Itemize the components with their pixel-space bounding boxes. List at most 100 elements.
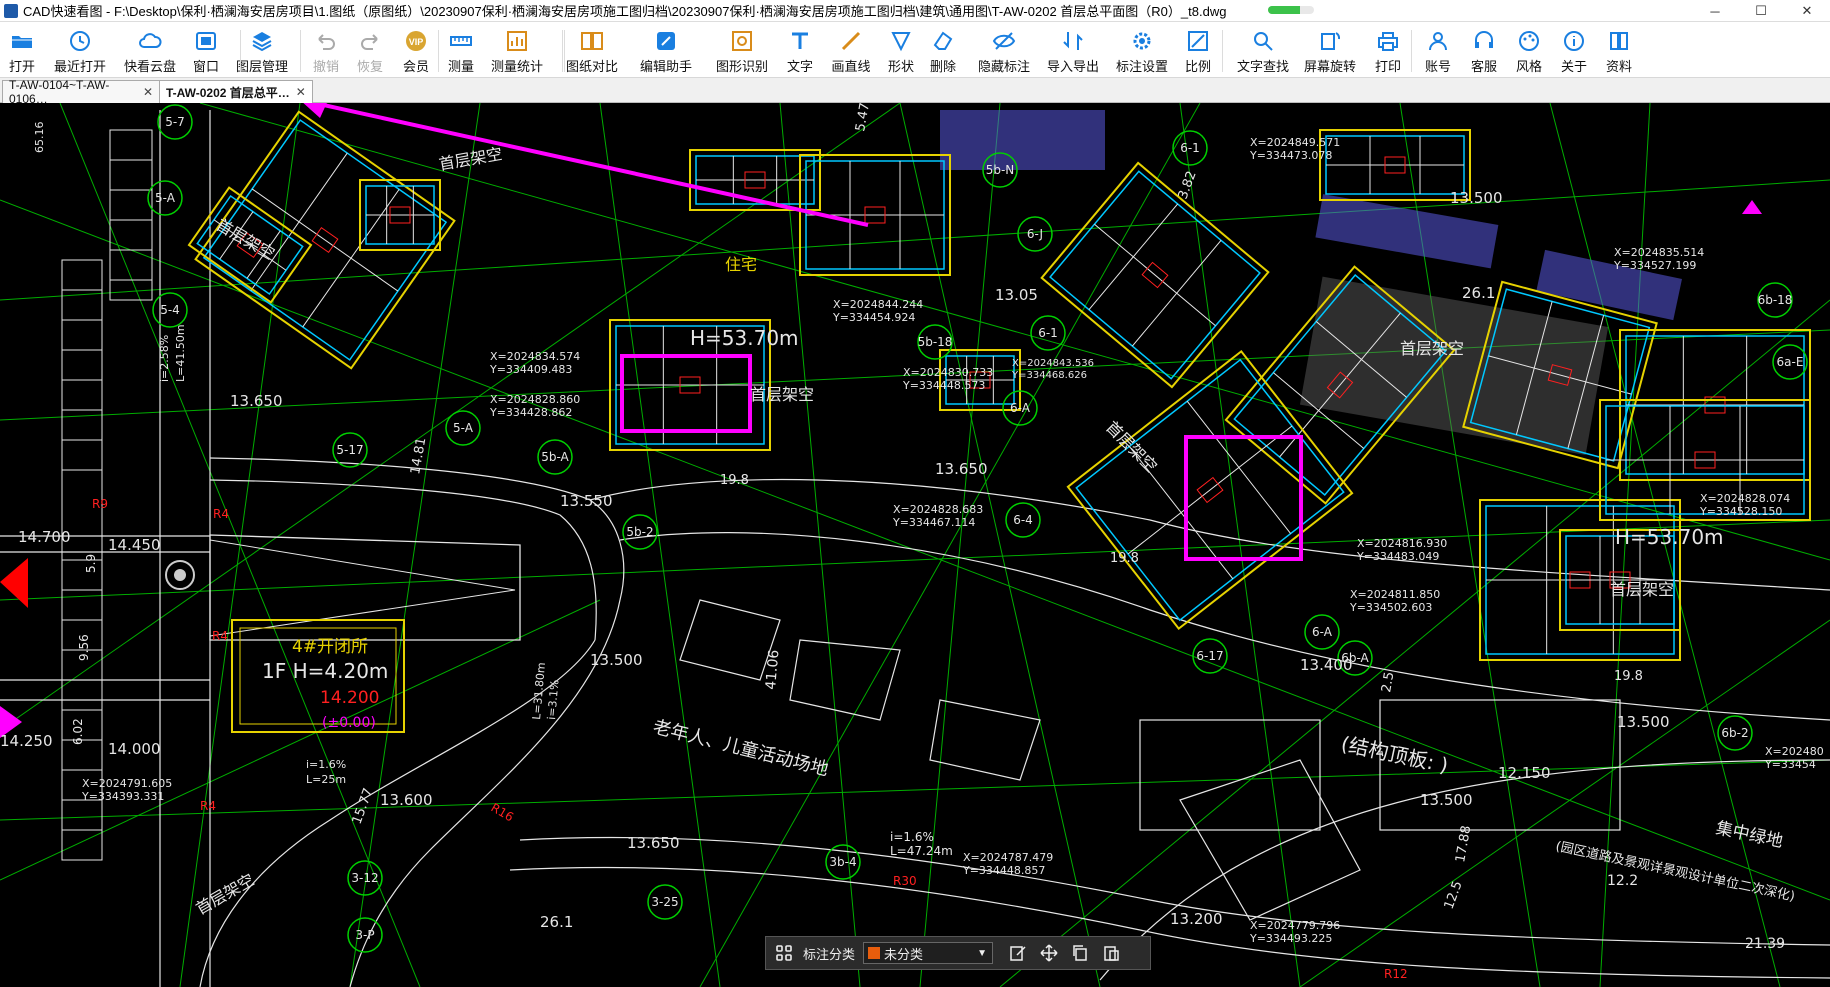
toolbar-button-2[interactable]: 最近打开 — [50, 22, 110, 78]
toolbar-button-label: 图层管理 — [235, 59, 288, 74]
printer-icon — [1378, 32, 1398, 51]
tab-drawing-1[interactable]: T-AW-0104~T-AW-0106… ✕ — [2, 78, 160, 106]
toolbar-button-label: 形状 — [887, 59, 914, 74]
shape-icon — [891, 32, 911, 52]
headset-icon — [1475, 31, 1493, 48]
toolbar-separator — [564, 30, 565, 72]
annotation-category-select[interactable]: 未分类 ▼ — [863, 942, 994, 964]
drawing-text: 13.650 — [935, 460, 988, 478]
copy-icon[interactable] — [1067, 940, 1093, 966]
drawing-text: 1F H=4.20m — [262, 659, 388, 683]
axis-label: 5-A — [453, 421, 474, 435]
annotation-floatbar: 标注分类 未分类 ▼ — [765, 936, 1151, 970]
edit-note-icon[interactable] — [1005, 940, 1031, 966]
toolbar-button-29[interactable]: 资料 — [1589, 22, 1649, 78]
toolbar-button-label: 资料 — [1605, 59, 1632, 74]
drawing-text: 9.56 — [77, 634, 91, 661]
toolbar-button-5[interactable]: 图层管理 — [232, 22, 292, 78]
toolbar-button-21[interactable]: 比例 — [1168, 22, 1228, 78]
toolbar-separator — [438, 30, 439, 72]
tab-close-icon[interactable]: ✕ — [143, 85, 153, 99]
toolbar-button-13[interactable]: 图形识别 — [712, 22, 772, 78]
toolbar-button-label: 屏幕旋转 — [1303, 59, 1356, 74]
drawing-text: R4 — [213, 507, 229, 521]
toolbar-button-18[interactable]: 隐藏标注 — [974, 22, 1034, 78]
toolbar-button-label: 打印 — [1374, 59, 1401, 74]
cad-drawing-canvas[interactable]: 首层架空首层架空首层架空首层架空首层架空首层架空首层架空住宅H=53.70mH=… — [0, 103, 1830, 987]
drawing-text: 13.650 — [627, 834, 680, 852]
drawing-text: 26.1 — [1462, 284, 1495, 302]
drawing-text: X=2024849.571 — [1250, 136, 1340, 149]
drawing-text: R4 — [200, 799, 216, 813]
drawing-text: 14.450 — [108, 536, 161, 554]
category-color-swatch — [868, 947, 881, 959]
drawing-text: 13.500 — [1450, 189, 1503, 207]
drawing-text: 5.9 — [84, 554, 98, 573]
drawing-text: Y=334454.924 — [832, 311, 915, 324]
axis-label: 3-12 — [351, 871, 378, 885]
drawing-text: Y=334483.049 — [1356, 550, 1439, 563]
edit-assistant-icon — [657, 32, 675, 50]
clock-icon — [70, 31, 90, 51]
close-window-button[interactable]: ✕ — [1784, 0, 1830, 22]
toolbar-button-12[interactable]: 编辑助手 — [636, 22, 696, 78]
drawing-text: i=1.6% — [306, 758, 346, 771]
toolbar-button-20[interactable]: 标注设置 — [1112, 22, 1172, 78]
axis-label: 3b-4 — [829, 855, 856, 869]
toolbar-button-3[interactable]: 快看云盘 — [120, 22, 180, 78]
drawing-text: X=2024779.796 — [1250, 919, 1340, 932]
drawing-text: 21.39 — [1745, 936, 1785, 952]
tab-close-icon[interactable]: ✕ — [296, 85, 306, 99]
drawing-text: Y=334493.225 — [1249, 932, 1332, 945]
move-icon[interactable] — [1036, 940, 1062, 966]
toolbar-button-label: 测量 — [447, 59, 474, 74]
line-icon — [841, 31, 861, 51]
toolbar-button-label: 文字查找 — [1236, 59, 1289, 74]
drawing-text: Y=334468.626 — [1011, 370, 1087, 381]
toolbar-button-19[interactable]: 导入导出 — [1043, 22, 1103, 78]
book-icon — [1610, 32, 1628, 50]
toolbar-button-label: 撤销 — [312, 59, 339, 74]
toolbar-button-label: 窗口 — [192, 59, 219, 74]
toolbar-button-label: 快看云盘 — [123, 59, 176, 74]
tab-label: T-AW-0202 首层总平… — [166, 85, 290, 100]
toolbar-button-22[interactable]: 文字查找 — [1233, 22, 1293, 78]
grid-menu-icon[interactable] — [771, 940, 797, 966]
drawing-text: Y=33454 — [1764, 758, 1816, 771]
measure-stats-icon — [507, 31, 527, 51]
minimize-button[interactable]: ─ — [1692, 0, 1738, 22]
drawing-text: H=53.70m — [690, 326, 799, 350]
toolbar-button-label: 客服 — [1470, 59, 1497, 74]
toolbar-button-label: 图纸对比 — [565, 59, 618, 74]
title-bar: CAD快速看图 - F:\Desktop\保利·栖澜海安居房项目\1.图纸（原图… — [0, 0, 1830, 22]
tab-drawing-2[interactable]: T-AW-0202 首层总平… ✕ — [159, 80, 313, 103]
axis-label: 5-4 — [160, 303, 180, 317]
drawing-text: X=2024834.574 — [490, 350, 580, 363]
maximize-button[interactable]: ☐ — [1738, 0, 1784, 22]
drawing-text: L=25m — [306, 773, 346, 786]
toolbar-button-10[interactable]: 测量统计 — [487, 22, 547, 78]
drawing-text: 26.1 — [540, 913, 573, 931]
toolbar-button-9[interactable]: 测量 — [431, 22, 491, 78]
drawing-text: 13.500 — [590, 651, 643, 669]
paste-icon[interactable] — [1098, 940, 1124, 966]
app-logo-icon — [4, 3, 18, 18]
toolbar-button-11[interactable]: 图纸对比 — [562, 22, 622, 78]
annotation-category-label: 标注分类 — [803, 946, 856, 962]
eraser-icon — [933, 31, 953, 50]
drawing-text: X=2024843.536 — [1012, 358, 1094, 369]
drawing-text: X=2024835.514 — [1614, 246, 1704, 259]
drawing-text: 13.600 — [380, 791, 433, 809]
toolbar-separator — [562, 30, 563, 72]
toolbar-separator — [300, 30, 301, 72]
drawing-text: (±0.00) — [322, 715, 376, 731]
toolbar-button-label: 风格 — [1515, 59, 1542, 74]
drawing-text: 65.16 — [33, 122, 46, 154]
cloud-icon — [139, 33, 162, 48]
axis-label: 5b-N — [986, 163, 1015, 177]
toolbar-button-17[interactable]: 删除 — [913, 22, 973, 78]
drawing-text: 14.200 — [320, 688, 379, 708]
toolbar-button-1[interactable]: 打开 — [0, 22, 52, 78]
toolbar-button-4[interactable]: 窗口 — [176, 22, 236, 78]
toolbar-button-23[interactable]: 屏幕旋转 — [1300, 22, 1360, 78]
